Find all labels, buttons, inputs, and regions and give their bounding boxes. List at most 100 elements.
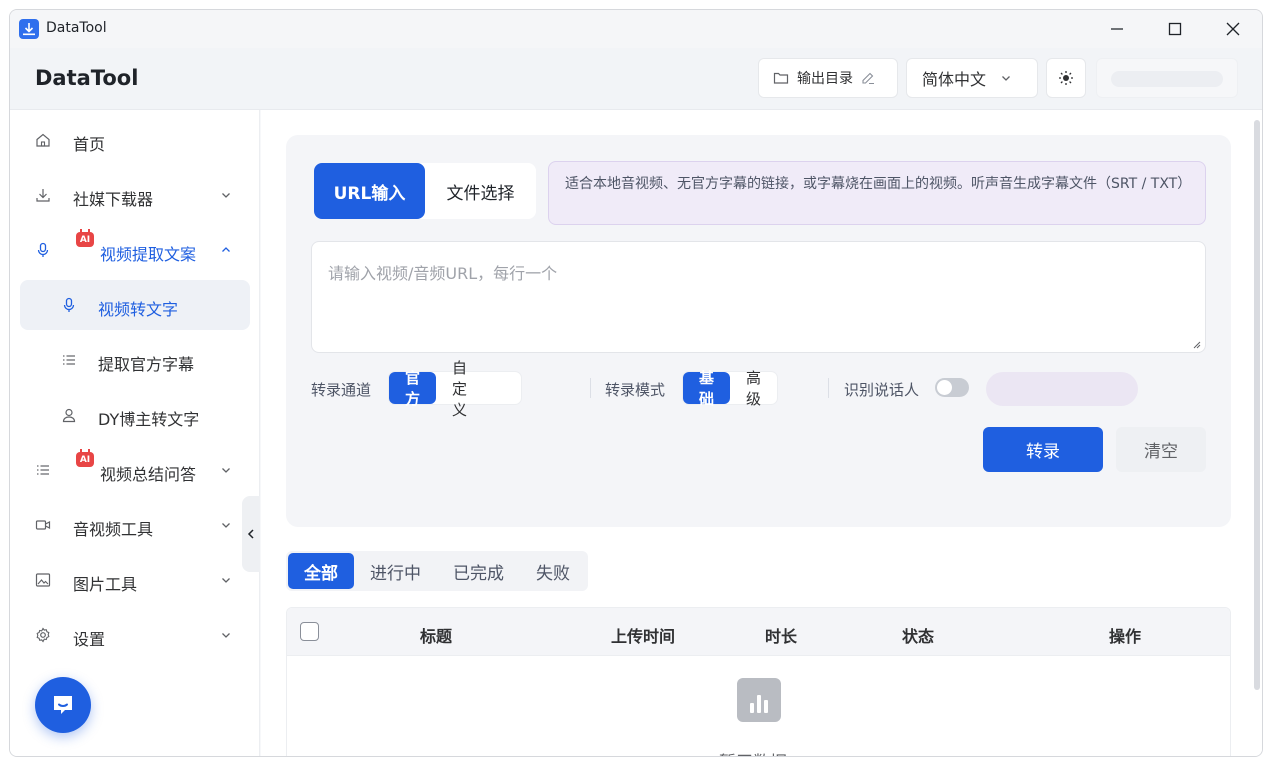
sidebar-item-label: 首页 (73, 135, 106, 154)
sidebar-item-image-tools[interactable]: 图片工具 (20, 555, 250, 605)
resize-handle-icon[interactable] (1191, 339, 1201, 349)
column-title: 标题 (420, 627, 453, 646)
close-button[interactable] (1204, 10, 1262, 48)
clear-button[interactable]: 清空 (1116, 427, 1206, 472)
sidebar-item-label: DY博主转文字 (98, 410, 200, 429)
mode-label: 转录模式 (605, 381, 666, 399)
empty-text: 暂无数据 (719, 748, 787, 756)
speaker-toggle[interactable] (935, 378, 969, 397)
channel-option-custom[interactable]: 自定义 (436, 359, 521, 419)
folder-icon (773, 72, 789, 84)
sidebar-item-label: 视频总结问答 (100, 465, 197, 484)
blurred-content (986, 372, 1138, 406)
microphone-icon (37, 242, 49, 257)
task-table: 标题 上传时间 时长 状态 操作 暂无数据 (286, 607, 1231, 756)
title-bar: DataTool (10, 10, 1262, 48)
list-icon (37, 465, 49, 475)
chevron-down-icon (222, 523, 230, 528)
select-all-checkbox[interactable] (300, 622, 319, 641)
sidebar-item-video-to-text[interactable]: 视频转文字 (20, 280, 250, 330)
mode-option-advanced[interactable]: 高级 (730, 369, 777, 408)
microphone-icon (63, 297, 75, 312)
usage-hint: 适合本地音视频、无官方字幕的链接，或字幕烧在画面上的视频。听声音生成字幕文件（S… (548, 161, 1206, 225)
sidebar-item-label: 图片工具 (73, 575, 138, 594)
brand-title: DataTool (35, 66, 139, 90)
sidebar-item-av-tools[interactable]: 音视频工具 (20, 500, 250, 550)
output-directory-label: 输出目录 (797, 71, 853, 87)
sidebar-item-video-extract[interactable]: AI 视频提取文案 (20, 225, 250, 275)
transcribe-card: URL输入 文件选择 适合本地音视频、无官方字幕的链接，或字幕烧在画面上的视频。… (286, 135, 1231, 527)
home-icon (36, 133, 50, 147)
divider (828, 378, 829, 398)
chevron-left-icon (247, 529, 254, 539)
blurred-user-info (1111, 71, 1223, 87)
tab-url-input[interactable]: URL输入 (314, 163, 425, 219)
filter-completed[interactable]: 已完成 (437, 553, 520, 589)
speaker-label: 识别说话人 (844, 381, 920, 399)
sidebar-item-social-downloader[interactable]: 社媒下载器 (20, 170, 250, 220)
edit-icon (862, 72, 874, 85)
sidebar-item-video-summary[interactable]: AI 视频总结问答 (20, 445, 250, 495)
mode-selector: 基础 高级 (682, 369, 779, 408)
tab-file-select[interactable]: 文件选择 (425, 163, 536, 219)
table-header: 标题 上传时间 时长 状态 操作 (287, 608, 1230, 656)
user-account-button[interactable] (1096, 58, 1238, 98)
sidebar-collapse-button[interactable] (242, 496, 260, 572)
sidebar-item-home[interactable]: 首页 (20, 115, 250, 165)
column-upload-time: 上传时间 (611, 627, 676, 646)
filter-in-progress[interactable]: 进行中 (354, 553, 437, 589)
window-title: DataTool (46, 20, 107, 36)
column-actions: 操作 (1109, 627, 1142, 646)
user-icon (62, 408, 76, 423)
mode-option-basic[interactable]: 基础 (683, 369, 731, 408)
chevron-down-icon (1002, 76, 1010, 81)
app-window: DataTool DataTool 输出目录 简体中文 首页 社媒下载器 AI … (9, 9, 1263, 757)
sidebar-item-label: 音视频工具 (73, 520, 154, 539)
channel-option-official[interactable]: 官方 (389, 369, 437, 408)
list-icon (63, 355, 75, 365)
ai-badge: AI (76, 229, 94, 247)
sidebar-item-label: 设置 (73, 630, 106, 649)
video-icon (35, 520, 51, 530)
filter-all[interactable]: 全部 (288, 553, 354, 589)
image-icon (35, 573, 51, 587)
sidebar-item-official-subtitles[interactable]: 提取官方字幕 (20, 335, 250, 385)
column-status: 状态 (902, 627, 935, 646)
column-duration: 时长 (765, 627, 798, 646)
input-mode-tabs: URL输入 文件选择 (314, 163, 536, 219)
channel-label: 转录通道 (311, 381, 372, 399)
minimize-button[interactable] (1088, 10, 1146, 48)
app-header: DataTool 输出目录 简体中文 (10, 48, 1262, 110)
filter-failed[interactable]: 失败 (520, 553, 586, 589)
app-logo-icon (19, 19, 39, 39)
download-icon (36, 189, 50, 202)
theme-toggle-button[interactable] (1046, 58, 1086, 98)
sidebar-item-dy-blogger[interactable]: DY博主转文字 (20, 390, 250, 440)
ai-badge: AI (76, 449, 94, 467)
chat-support-button[interactable] (35, 677, 91, 733)
divider (590, 378, 591, 398)
chat-icon (54, 696, 72, 714)
close-icon (1226, 22, 1240, 36)
gear-icon (36, 627, 50, 643)
sidebar: 首页 社媒下载器 AI 视频提取文案 视频转文字 提取官方字幕 DY博主转文字 … (10, 110, 260, 756)
transcribe-button[interactable]: 转录 (983, 427, 1103, 472)
output-directory-button[interactable]: 输出目录 (758, 58, 898, 98)
language-select[interactable]: 简体中文 (906, 58, 1038, 98)
status-filter-tabs: 全部 进行中 已完成 失败 (286, 551, 588, 591)
chevron-down-icon (222, 468, 230, 473)
main-scrollbar[interactable] (1254, 120, 1260, 690)
sun-icon (1059, 71, 1073, 85)
chevron-down-icon (222, 193, 230, 198)
maximize-button[interactable] (1146, 10, 1204, 48)
minimize-icon (1111, 28, 1123, 30)
main-content: URL输入 文件选择 适合本地音视频、无官方字幕的链接，或字幕烧在画面上的视频。… (261, 110, 1262, 756)
sidebar-item-label: 视频提取文案 (100, 245, 197, 264)
sidebar-item-label: 提取官方字幕 (98, 355, 195, 374)
chevron-up-icon (222, 247, 230, 252)
url-input[interactable] (311, 241, 1206, 353)
sidebar-item-settings[interactable]: 设置 (20, 610, 250, 660)
language-value: 简体中文 (922, 70, 987, 89)
maximize-icon (1168, 22, 1182, 36)
sidebar-item-label: 视频转文字 (98, 300, 179, 319)
